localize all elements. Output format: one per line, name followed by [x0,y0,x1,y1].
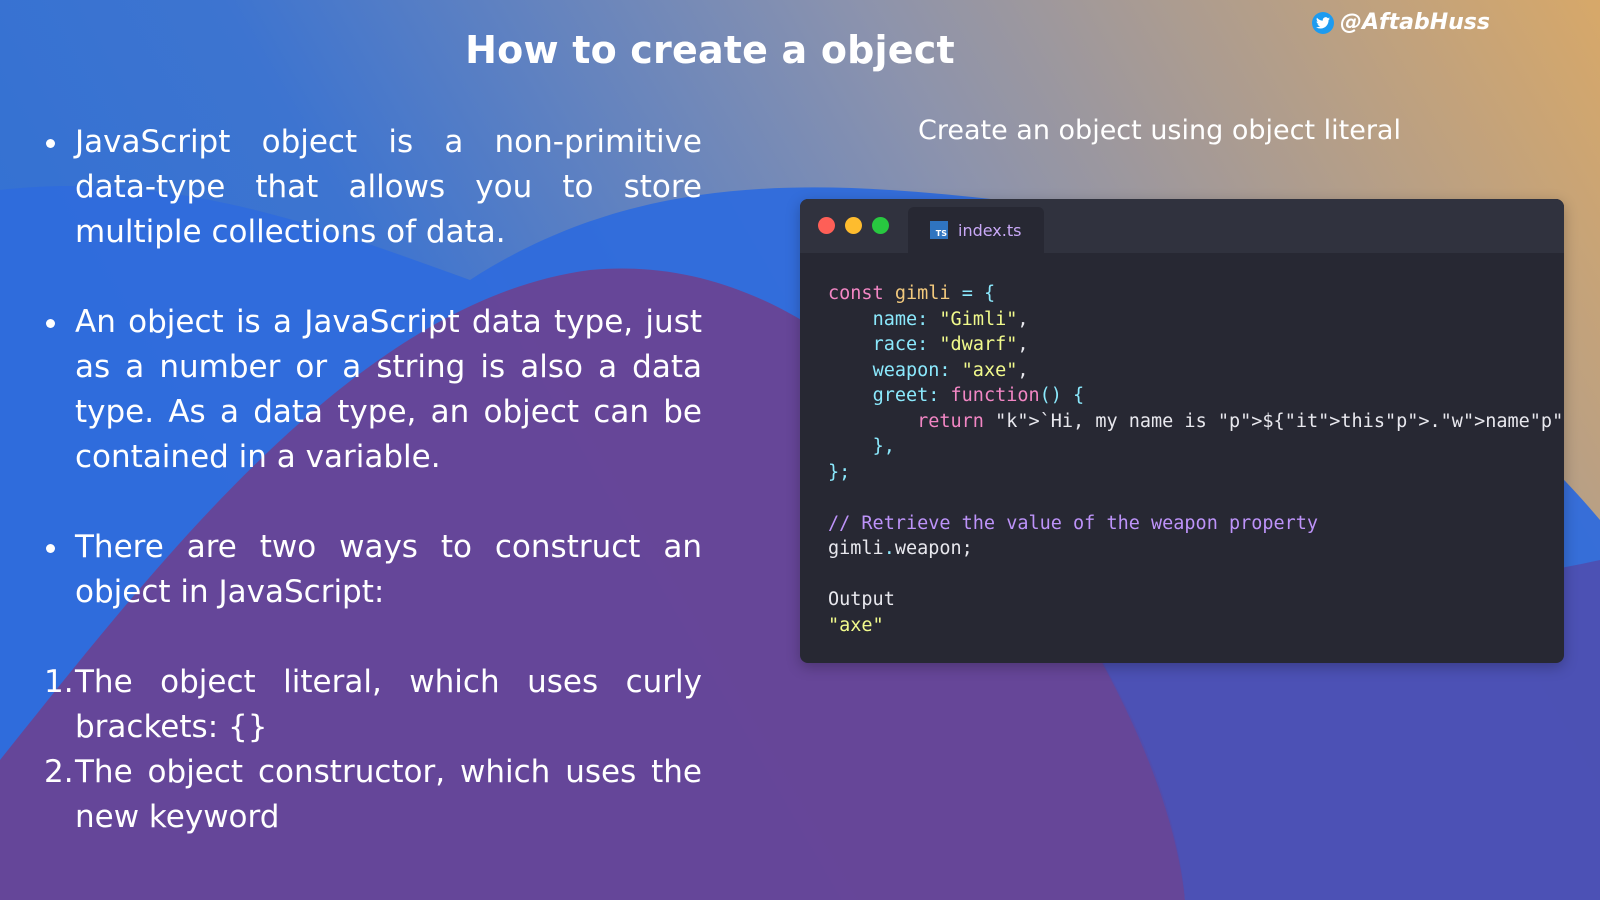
editor-titlebar: TS index.ts [800,199,1564,253]
code-subtitle: Create an object using object literal [918,115,1401,146]
maximize-window-dot[interactable] [872,217,889,234]
file-tab-label: index.ts [958,220,1022,240]
code-line: }, [872,436,895,457]
code-line: weapon: "axe", [872,359,1029,381]
bullet-item: An object is a JavaScript data type, jus… [42,300,702,480]
close-window-dot[interactable] [818,217,835,234]
code-editor-window: TS index.ts const gimli = { name: "Gimli… [800,199,1564,663]
code-line: gimli.weapon; [828,538,973,559]
numbered-item: 2. The object constructor, which uses th… [42,750,702,840]
item-text: The object constructor, which uses the n… [75,754,702,835]
code-block: const gimli = { name: "Gimli", race: "dw… [828,281,1564,638]
output-label: Output [828,589,895,610]
twitter-handle-text: @AftabHuss [1340,10,1490,35]
numbered-list: 1. The object literal, which uses curly … [42,660,702,840]
item-number: 1. [44,664,74,700]
numbered-item: 1. The object literal, which uses curly … [42,660,702,750]
bullet-list: JavaScript object is a non-primitive dat… [42,120,702,615]
explanation-column: JavaScript object is a non-primitive dat… [42,120,702,840]
minimize-window-dot[interactable] [845,217,862,234]
code-line: race: "dwarf", [872,334,1029,355]
code-line: }; [828,461,851,483]
code-line: // Retrieve the value of the weapon prop… [828,512,1319,534]
file-tab[interactable]: TS index.ts [908,207,1044,253]
code-line: name: "Gimli", [872,308,1029,330]
bullet-item: JavaScript object is a non-primitive dat… [42,120,702,255]
item-number: 2. [44,754,74,790]
code-line: greet: function() { [872,385,1085,406]
slide-title: How to create a object [465,28,955,72]
code-line: return "k">`Hi, my name is "p">${"it">th… [917,410,1564,432]
output-value: "axe" [828,614,884,636]
typescript-file-icon: TS [930,221,948,239]
code-line: const gimli = { [828,283,996,304]
twitter-bird-icon [1312,11,1334,34]
twitter-handle[interactable]: @AftabHuss [1312,10,1490,35]
bullet-item: There are two ways to construct an objec… [42,525,702,615]
item-text: The object literal, which uses curly bra… [75,664,702,745]
